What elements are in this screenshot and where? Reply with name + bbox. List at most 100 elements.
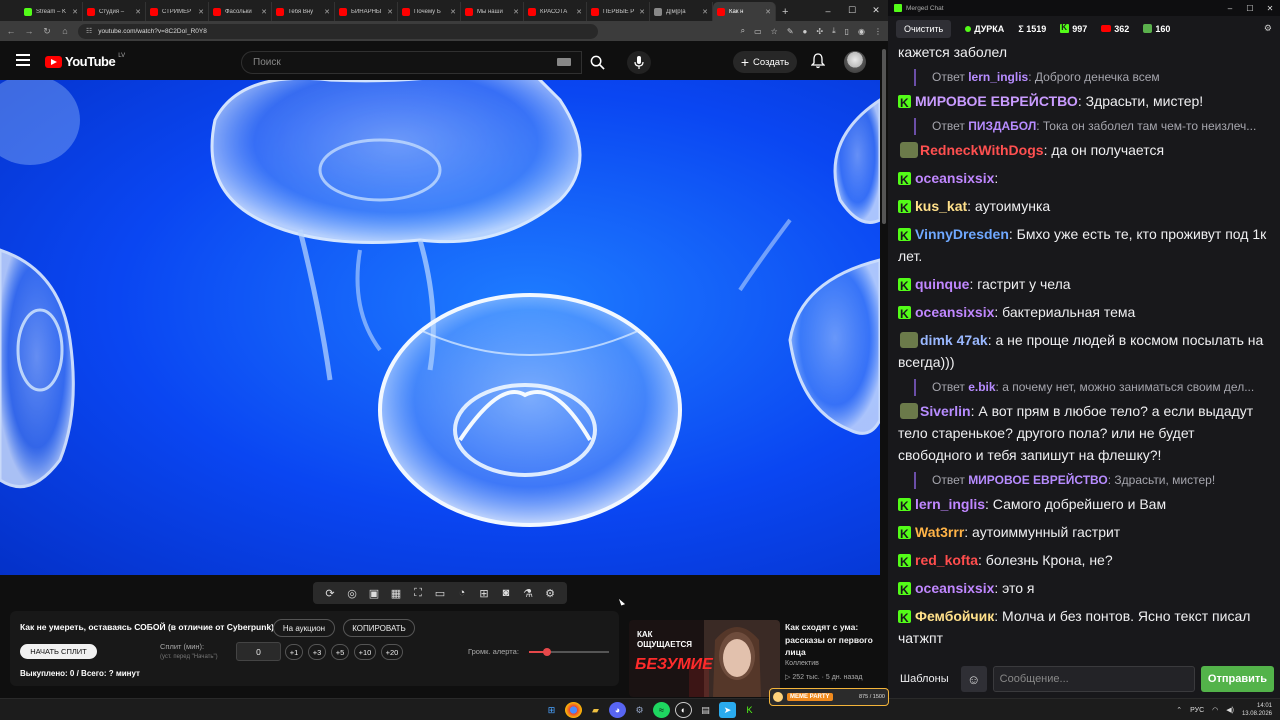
windows-start-icon[interactable]: ⊞ [543, 702, 560, 718]
kick-taskbar-icon[interactable]: K [741, 702, 758, 718]
split-minutes-input[interactable]: 0 [236, 642, 281, 661]
extension-icon[interactable]: ✎ [787, 27, 794, 36]
video-player[interactable] [0, 80, 880, 575]
step-plus-20-button[interactable]: +20 [381, 644, 403, 660]
volume-icon[interactable]: ◀) [1226, 706, 1234, 714]
chat-username[interactable]: Siverlin [920, 403, 971, 419]
reload-icon[interactable]: ↻ [42, 26, 52, 37]
chat-reply-quote[interactable]: Ответ МИРОВОЕ ЕВРЕЙСТВО: Здрасьти, мисте… [914, 472, 1270, 489]
home-icon[interactable]: ⌂ [60, 26, 70, 36]
search-button[interactable] [582, 51, 612, 74]
steam-icon[interactable]: ⚙ [631, 702, 648, 718]
tray-arrow-icon[interactable]: ⌃ [1176, 706, 1182, 714]
notifications-bell-icon[interactable] [810, 53, 826, 74]
tab-close-icon[interactable]: ✕ [198, 8, 204, 16]
alert-volume-slider[interactable] [529, 648, 609, 656]
loop-icon[interactable]: ⟳ [322, 586, 338, 600]
chat-username[interactable]: МИРОВОЕ ЕВРЕЙСТВО [915, 93, 1078, 109]
send-button[interactable]: Отправить [1200, 666, 1274, 692]
telegram-icon[interactable]: ➤ [719, 702, 736, 718]
step-plus-5-button[interactable]: +5 [331, 644, 349, 660]
tab-close-icon[interactable]: ✕ [576, 8, 582, 16]
explorer-icon[interactable]: ▰ [587, 702, 604, 718]
reply-username[interactable]: e.bik [968, 380, 995, 394]
screenshot-icon[interactable]: ◙ [498, 586, 514, 600]
scrollbar-thumb[interactable] [882, 49, 886, 224]
browser-tab[interactable]: Мы наши ✕ [461, 2, 524, 21]
page-scrollbar[interactable] [880, 41, 888, 698]
chat-username[interactable]: oceansixsix [915, 170, 994, 186]
youtube-logo[interactable]: YouTube LV [45, 53, 125, 69]
close-icon[interactable]: ✕ [864, 0, 888, 21]
message-input[interactable]: Сообщение... [992, 666, 1195, 692]
chat-username[interactable]: oceansixsix [915, 580, 994, 596]
chat-reply-quote[interactable]: Ответ lern_inglis: Доброго денечка всем [914, 69, 1270, 86]
account-icon[interactable]: ◉ [858, 27, 865, 36]
obs-icon[interactable]: ◐ [675, 702, 692, 718]
chat-close-icon[interactable]: ✕ [1260, 4, 1280, 13]
recommended-video-channel[interactable]: Коллектив [785, 660, 819, 667]
chat-username[interactable]: Фембойчик [915, 608, 994, 624]
forward-icon[interactable]: → [24, 26, 34, 36]
chrome-icon[interactable] [565, 702, 582, 718]
clock[interactable]: 14:01 13.08.2026 [1242, 702, 1272, 718]
browser-tab[interactable]: Тебя Вну ✕ [272, 2, 335, 21]
tab-close-icon[interactable]: ✕ [324, 8, 330, 16]
chat-username[interactable]: kus_kat [915, 198, 967, 214]
reply-username[interactable]: МИРОВОЕ ЕВРЕЙСТВО [968, 473, 1108, 487]
kebab-menu-icon[interactable]: ⋮ [874, 27, 882, 36]
chat-settings-icon[interactable]: ⚙ [1264, 23, 1272, 34]
chat-username[interactable]: VinnyDresden [915, 226, 1009, 242]
broadcast-icon[interactable]: ◎ [344, 586, 360, 600]
minimize-icon[interactable]: – [816, 0, 840, 21]
user-avatar[interactable] [844, 51, 866, 73]
step-plus-1-button[interactable]: +1 [285, 644, 303, 660]
tab-close-icon[interactable]: ✕ [450, 8, 456, 16]
keyboard-icon[interactable] [557, 58, 571, 66]
create-button[interactable]: + Создать [733, 51, 797, 73]
chat-username[interactable]: lern_inglis [915, 496, 985, 512]
url-field[interactable]: ☷ youtube.com/watch?v=8C2DoI_R0Y8 [78, 23, 598, 39]
browser-tab[interactable]: Д|м|р|а ✕ [650, 2, 713, 21]
search-input[interactable]: Поиск [241, 51, 582, 74]
tab-close-icon[interactable]: ✕ [765, 8, 771, 16]
reply-username[interactable]: ПИЗДАБОЛ [968, 119, 1036, 133]
zoom-icon[interactable]: ⌕ [741, 26, 745, 36]
chat-username[interactable]: oceansixsix [915, 304, 994, 320]
copy-button[interactable]: КОПИРОВАТЬ [343, 619, 415, 637]
alert-volume-thumb[interactable] [542, 648, 551, 656]
language-indicator[interactable]: РУС [1190, 707, 1204, 714]
new-tab-icon[interactable]: + [776, 2, 794, 21]
chat-reply-quote[interactable]: Ответ ПИЗДАБОЛ: Тока он заболел там чем-… [914, 118, 1270, 135]
chat-username[interactable]: quinque [915, 276, 969, 292]
tab-close-icon[interactable]: ✕ [72, 8, 78, 16]
recommended-video-thumbnail[interactable]: КАК ОЩУЩАЕТСЯ БЕЗУМИЕ [629, 620, 780, 697]
browser-tab[interactable]: Stream – K ✕ [20, 2, 83, 21]
clapper-icon[interactable]: ▦ [388, 586, 404, 600]
voice-search-button[interactable] [627, 51, 651, 74]
tab-close-icon[interactable]: ✕ [639, 8, 645, 16]
mini-player-icon[interactable]: ▣ [366, 586, 382, 600]
reply-username[interactable]: lern_inglis [968, 70, 1028, 84]
wifi-icon[interactable]: ◠ [1212, 706, 1218, 714]
meme-party-widget[interactable]: MEME PARTY 875 / 1500 [769, 688, 889, 706]
cast-icon[interactable]: ▭ [754, 27, 762, 36]
tab-close-icon[interactable]: ✕ [261, 8, 267, 16]
browser-tab[interactable]: Почему Б ✕ [398, 2, 461, 21]
spotify-icon[interactable]: ≈ [653, 702, 670, 718]
download-icon[interactable]: ⤓ [832, 26, 836, 36]
profile-dot-icon[interactable]: ● [803, 27, 808, 36]
browser-tab[interactable]: Фасольки ✕ [209, 2, 272, 21]
fullscreen-icon[interactable]: ⛶ [410, 586, 426, 600]
chat-reply-quote[interactable]: Ответ e.bik: а почему нет, можно занимат… [914, 379, 1270, 396]
browser-tab[interactable]: Студия – ✕ [83, 2, 146, 21]
auction-button[interactable]: На аукцион [273, 619, 335, 637]
recommended-video-title[interactable]: Как сходят с ума: рассказы от первого ли… [785, 621, 877, 659]
speed-icon[interactable]: ◔ [454, 586, 470, 600]
chat-username[interactable]: RedneckWithDogs [920, 142, 1044, 158]
maximize-icon[interactable]: ☐ [840, 0, 864, 21]
chat-message-list[interactable]: кажется заболел Ответ lern_inglis: Доброг… [888, 41, 1280, 664]
bookmark-star-icon[interactable]: ☆ [771, 27, 778, 36]
back-icon[interactable]: ← [6, 26, 16, 36]
browser-tab[interactable]: Как н ✕ [713, 2, 776, 21]
